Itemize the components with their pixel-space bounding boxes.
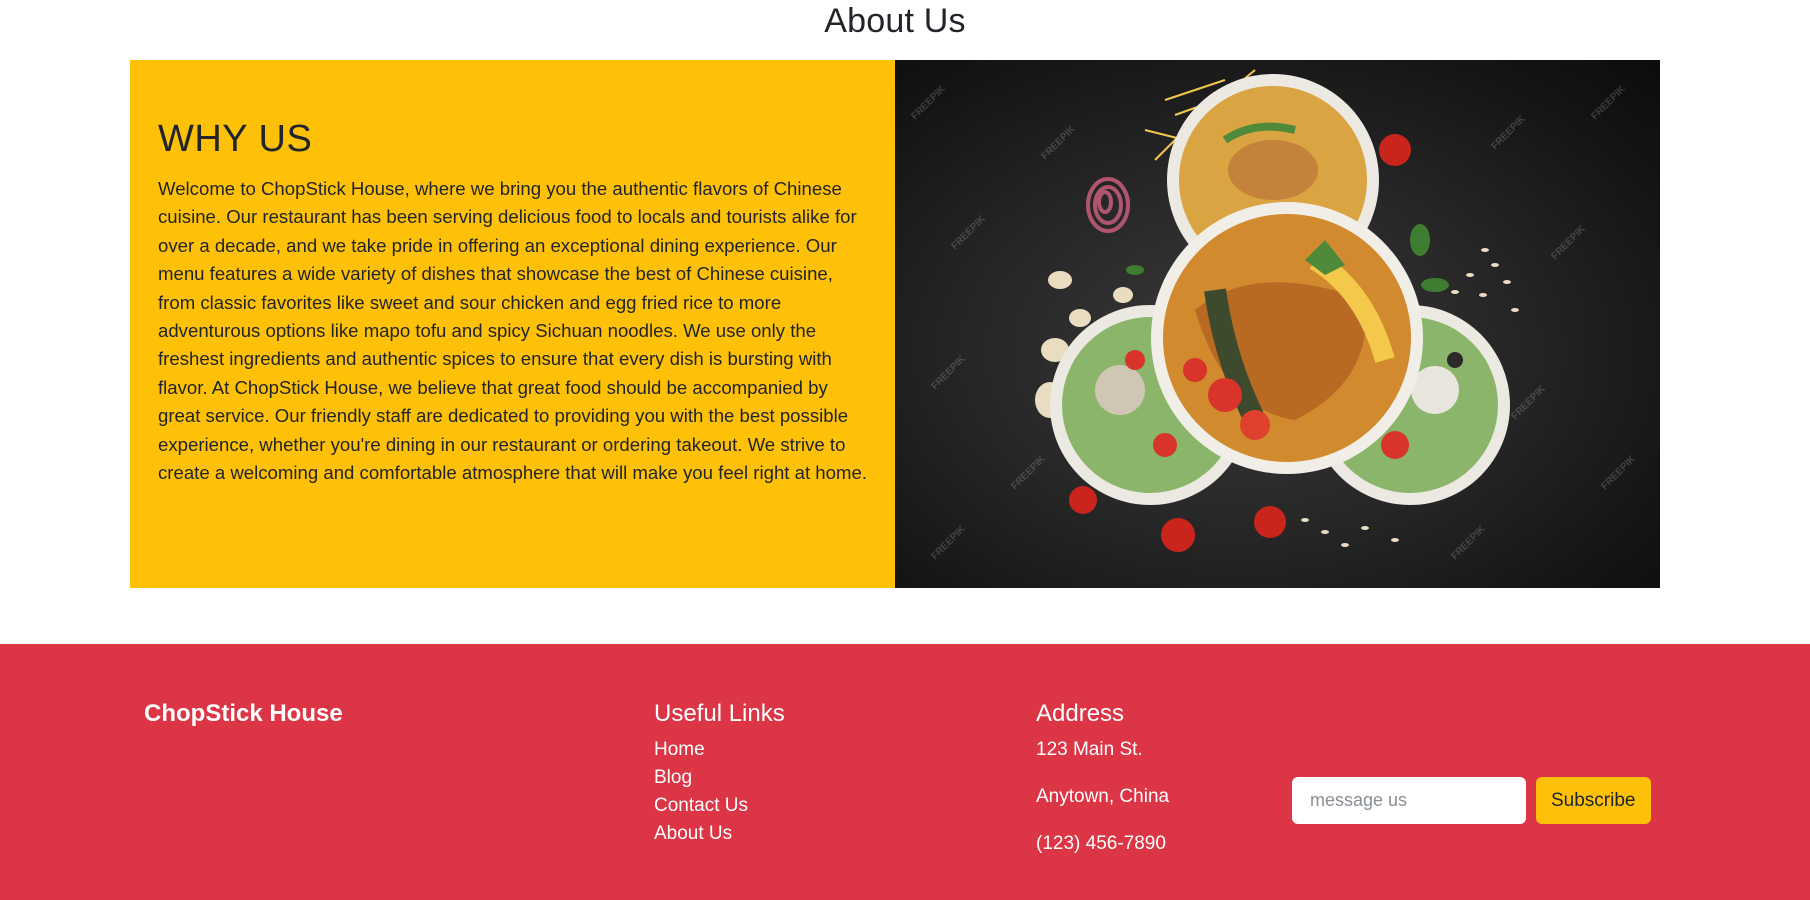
address-column: Address 123 Main St. Anytown, China (123… (1036, 700, 1169, 877)
address-phone: (123) 456-7890 (1036, 833, 1166, 854)
bowl-center (1151, 202, 1423, 474)
footer-link-home[interactable]: Home (654, 736, 785, 764)
about-section: WHY US Welcome to ChopStick House, where… (130, 60, 1660, 588)
why-us-heading: WHY US (158, 118, 313, 160)
why-us-text: Welcome to ChopStick House, where we bri… (158, 178, 867, 484)
footer-brand: ChopStick House (144, 700, 343, 727)
address-city: Anytown, China (1036, 786, 1170, 807)
address-heading: Address (1036, 700, 1125, 727)
food-bowls-image: FREEPIK FREEPIK FREEPIK FREEPIK FREEPIK … (895, 60, 1660, 588)
svg-text:FREEPIK: FREEPIK (929, 523, 968, 562)
svg-text:FREEPIK: FREEPIK (1489, 113, 1528, 152)
svg-text:FREEPIK: FREEPIK (1039, 123, 1078, 162)
food-illustration: FREEPIK FREEPIK FREEPIK FREEPIK FREEPIK … (909, 69, 1638, 562)
svg-text:FREEPIK: FREEPIK (1549, 223, 1588, 262)
svg-text:FREEPIK: FREEPIK (1009, 453, 1048, 492)
subscribe-button[interactable]: Subscribe (1536, 777, 1651, 824)
svg-text:FREEPIK: FREEPIK (1599, 453, 1638, 492)
svg-text:FREEPIK: FREEPIK (1449, 523, 1488, 562)
svg-text:FREEPIK: FREEPIK (909, 83, 948, 122)
svg-text:FREEPIK: FREEPIK (1509, 383, 1548, 422)
svg-text:FREEPIK: FREEPIK (929, 353, 968, 392)
page-title: About Us (824, 2, 966, 40)
svg-text:FREEPIK: FREEPIK (949, 213, 988, 252)
footer-link-contact-us[interactable]: Contact Us (654, 792, 785, 820)
message-input[interactable] (1292, 777, 1526, 824)
footer: ChopStick House Useful Links Home Blog C… (0, 644, 1810, 900)
onion-rings (1086, 177, 1130, 233)
useful-links-column: Useful Links Home Blog Contact Us About … (654, 700, 785, 848)
address-street: 123 Main St. (1036, 739, 1143, 760)
subscribe-form: Subscribe (1292, 777, 1651, 824)
footer-link-about-us[interactable]: About Us (654, 820, 785, 848)
useful-links-heading: Useful Links (654, 700, 785, 727)
why-us-panel: WHY US Welcome to ChopStick House, where… (130, 60, 895, 588)
footer-link-blog[interactable]: Blog (654, 764, 785, 792)
svg-text:FREEPIK: FREEPIK (1589, 83, 1628, 122)
